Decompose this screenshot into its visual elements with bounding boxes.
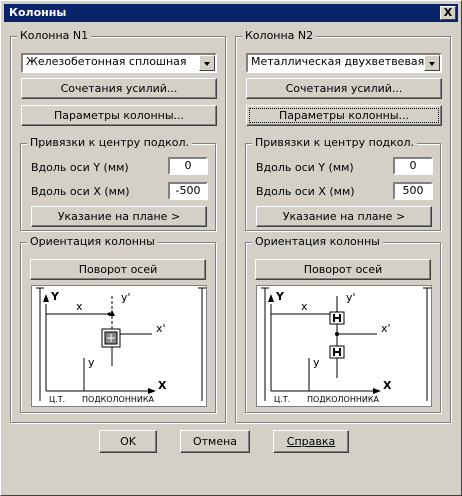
column1-orientation-diagram: Y y' x x' y X Ц.Т. ПОДКОЛОННИКА [31,285,207,407]
column2-orient-label: Ориентация колонны [252,235,383,248]
column2-diagram-x-prime: x' [381,322,391,335]
column2-orient-group: Ориентация колонны Поворот осей Y y' x x… [245,235,441,413]
column2-orientation-diagram: Y y' x x' y X Ц.Т. ПОДКОЛОННИКА [256,285,432,407]
column1-diagram-y-small: y [88,356,95,369]
column2-along-x-label: Вдоль оси X (мм) [256,185,355,198]
column2-along-x-input[interactable]: 500 [393,182,433,200]
column1-type-select[interactable]: Железобетонная сплошная [21,53,217,73]
column2-anchors-label: Привязки к центру подкол. [252,136,418,149]
column1-anchors-label: Привязки к центру подкол. [27,136,193,149]
chevron-down-icon[interactable] [199,55,215,71]
column2-group: Колонна N2 Металлическая двухветвевая Со… [235,29,451,423]
column2-diagram-x-small: x [301,300,308,313]
column2-diagram-sub-label: ПОДКОЛОННИКА [307,395,380,404]
column2-type-value: Металлическая двухветвевая [251,55,425,68]
column2-diagram-svg: Y y' x x' y X Ц.Т. ПОДКОЛОННИКА [261,287,431,404]
column2-type-select[interactable]: Металлическая двухветвевая [246,53,442,73]
column2-anchors-group: Привязки к центру подкол. Вдоль оси Y (м… [245,136,441,231]
column1-plan-button[interactable]: Указание на плане > [31,206,207,227]
title-bar[interactable]: Колонны X [4,4,458,22]
column1-anchors-group: Привязки к центру подкол. Вдоль оси Y (м… [20,136,216,231]
column1-along-y-input[interactable]: 0 [168,157,208,175]
cancel-button[interactable]: Отмена [180,430,250,453]
help-button[interactable]: Справка [273,430,349,453]
column2-diagram-y-axis: Y [275,290,285,303]
column1-along-y-label: Вдоль оси Y (мм) [31,161,129,174]
column1-orient-group: Ориентация колонны Поворот осей Y y' x x… [20,235,216,413]
column1-diagram-ct-label: Ц.Т. [49,395,65,404]
column1-group: Колонна N1 Железобетонная сплошная Сочет… [10,29,226,423]
column2-diagram-y-prime: y' [346,291,356,304]
column2-diagram-x-axis: X [383,379,392,392]
column2-combos-button[interactable]: Сочетания усилий... [246,78,442,99]
column2-group-label: Колонна N2 [242,29,317,42]
column1-along-x-label: Вдоль оси X (мм) [31,185,130,198]
column1-rotate-button[interactable]: Поворот осей [30,259,206,280]
column1-group-label: Колонна N1 [17,29,92,42]
column2-params-button[interactable]: Параметры колонны... [246,105,442,126]
column1-diagram-x-prime: x' [156,322,166,335]
column1-combos-button[interactable]: Сочетания усилий... [21,78,217,99]
column1-diagram-x-axis: X [158,379,167,392]
column2-along-y-input[interactable]: 0 [393,157,433,175]
column1-params-button[interactable]: Параметры колонны... [21,105,217,126]
column2-diagram-ct-label: Ц.Т. [274,395,290,404]
column1-orient-label: Ориентация колонны [27,235,158,248]
column1-diagram-y-axis: Y [50,290,60,303]
column2-diagram-y-small: y [313,356,320,369]
dialog-window: Колонны X Колонна N1 Железобетонная спло… [0,0,462,496]
column2-rotate-button[interactable]: Поворот осей [255,259,431,280]
window-title: Колонны [9,6,67,19]
help-button-label: Справка [286,435,336,448]
column1-diagram-y-prime: y' [121,291,131,304]
ok-button[interactable]: OK [99,430,157,453]
close-button[interactable]: X [440,6,456,20]
column1-along-x-input[interactable]: -500 [168,182,208,200]
column1-diagram-x-small: x [76,300,83,313]
column1-diagram-sub-label: ПОДКОЛОННИКА [82,395,155,404]
column1-type-value: Железобетонная сплошная [26,55,187,68]
column2-plan-button[interactable]: Указание на плане > [256,206,432,227]
chevron-down-icon[interactable] [424,55,440,71]
column2-along-y-label: Вдоль оси Y (мм) [256,161,354,174]
column1-diagram-svg: Y y' x x' y X Ц.Т. ПОДКОЛОННИКА [36,287,206,404]
